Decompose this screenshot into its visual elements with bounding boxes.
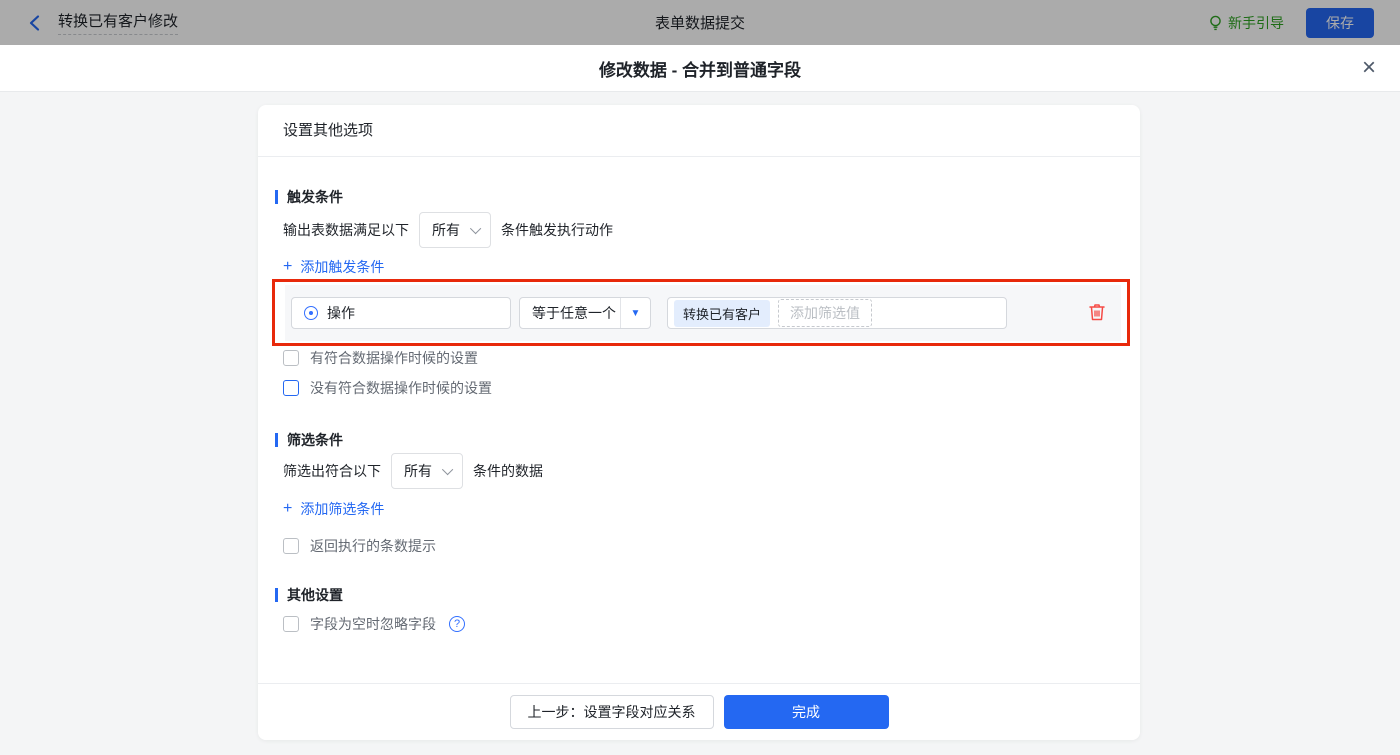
operator-caret-button[interactable]: ▼ [620, 298, 650, 328]
trigger-match-value: 所有 [432, 222, 460, 238]
done-button[interactable]: 完成 [723, 695, 889, 729]
trigger-match-row: 输出表数据满足以下 所有 条件触发执行动作 [283, 212, 613, 248]
checkbox-row-count-hint: 返回执行的条数提示 [283, 536, 436, 556]
card-header: 设置其他选项 [258, 105, 1140, 157]
checkbox-has-data[interactable] [283, 350, 299, 366]
plus-icon: + [283, 500, 293, 517]
modal-dim-overlay [0, 0, 1400, 45]
add-filter-condition-link[interactable]: + 添加筛选条件 [283, 499, 384, 519]
checkbox-ignore-empty-label: 字段为空时忽略字段 [310, 616, 436, 632]
trigger-match-select[interactable]: 所有 [419, 212, 491, 248]
trigger-suffix: 条件触发执行动作 [501, 222, 613, 238]
section-other-title: 其他设置 [287, 587, 343, 603]
condition-field-select[interactable]: 操作 [291, 297, 511, 329]
section-filter-heading: 筛选条件 [275, 430, 343, 450]
chevron-down-icon [469, 222, 482, 235]
section-filter-title: 筛选条件 [287, 432, 343, 448]
section-trigger-heading: 触发条件 [275, 187, 343, 207]
checkbox-no-data-label: 没有符合数据操作时候的设置 [310, 380, 492, 396]
filter-match-select[interactable]: 所有 [391, 453, 463, 489]
radio-field-icon [304, 306, 318, 320]
settings-card: 设置其他选项 触发条件 输出表数据满足以下 所有 条件触发执行动作 + 添加触发… [258, 105, 1140, 740]
section-other-heading: 其他设置 [275, 585, 343, 605]
add-filter-condition-label: 添加筛选条件 [300, 501, 385, 517]
modal: 修改数据 - 合并到普通字段 × 设置其他选项 触发条件 输出表数据满足以下 所… [0, 45, 1400, 755]
chevron-down-icon [441, 463, 454, 476]
checkbox-row-no-data: 没有符合数据操作时候的设置 [283, 378, 492, 398]
modal-title: 修改数据 - 合并到普通字段 [598, 60, 802, 80]
section-bar [275, 433, 278, 447]
condition-value-tag[interactable]: 转换已有客户 [674, 299, 771, 327]
card-footer: 上一步：设置字段对应关系 完成 [258, 683, 1140, 740]
section-bar [275, 588, 278, 602]
checkbox-count-hint[interactable] [283, 538, 299, 554]
add-trigger-condition-link[interactable]: + 添加触发条件 [283, 257, 384, 277]
filter-match-value: 所有 [404, 463, 432, 479]
checkbox-count-hint-label: 返回执行的条数提示 [310, 538, 436, 554]
topbar: 表单数据提交 转换已有客户修改 新手引导 保存 [0, 0, 1400, 45]
card-header-title: 设置其他选项 [283, 122, 374, 139]
trigger-prefix: 输出表数据满足以下 [283, 222, 409, 238]
checkbox-no-data[interactable] [283, 380, 299, 396]
plus-icon: + [283, 258, 293, 275]
condition-operator-select[interactable]: 等于任意一个 ▼ [519, 297, 651, 329]
checkbox-row-ignore-empty: 字段为空时忽略字段 ? [283, 614, 465, 634]
checkbox-ignore-empty[interactable] [283, 616, 299, 632]
filter-suffix: 条件的数据 [473, 463, 543, 479]
condition-field-value: 操作 [327, 305, 355, 321]
checkbox-row-has-data: 有符合数据操作时候的设置 [283, 348, 478, 368]
modal-header: 修改数据 - 合并到普通字段 × [0, 45, 1400, 92]
delete-icon[interactable] [1088, 302, 1108, 324]
add-trigger-condition-label: 添加触发条件 [300, 259, 385, 275]
section-trigger-title: 触发条件 [287, 189, 343, 205]
section-bar [275, 190, 278, 204]
condition-operator-value: 等于任意一个 [532, 305, 616, 321]
filter-match-row: 筛选出符合以下 所有 条件的数据 [283, 453, 543, 489]
caret-down-icon: ▼ [630, 307, 641, 319]
checkbox-has-data-label: 有符合数据操作时候的设置 [310, 350, 478, 366]
help-icon[interactable]: ? [449, 616, 465, 632]
filter-prefix: 筛选出符合以下 [283, 463, 381, 479]
previous-step-button[interactable]: 上一步：设置字段对应关系 [509, 695, 714, 729]
close-icon[interactable]: × [1362, 56, 1376, 80]
condition-value-input[interactable]: 转换已有客户 添加筛选值 [667, 297, 1007, 329]
add-filter-value-chip[interactable]: 添加筛选值 [778, 299, 873, 327]
